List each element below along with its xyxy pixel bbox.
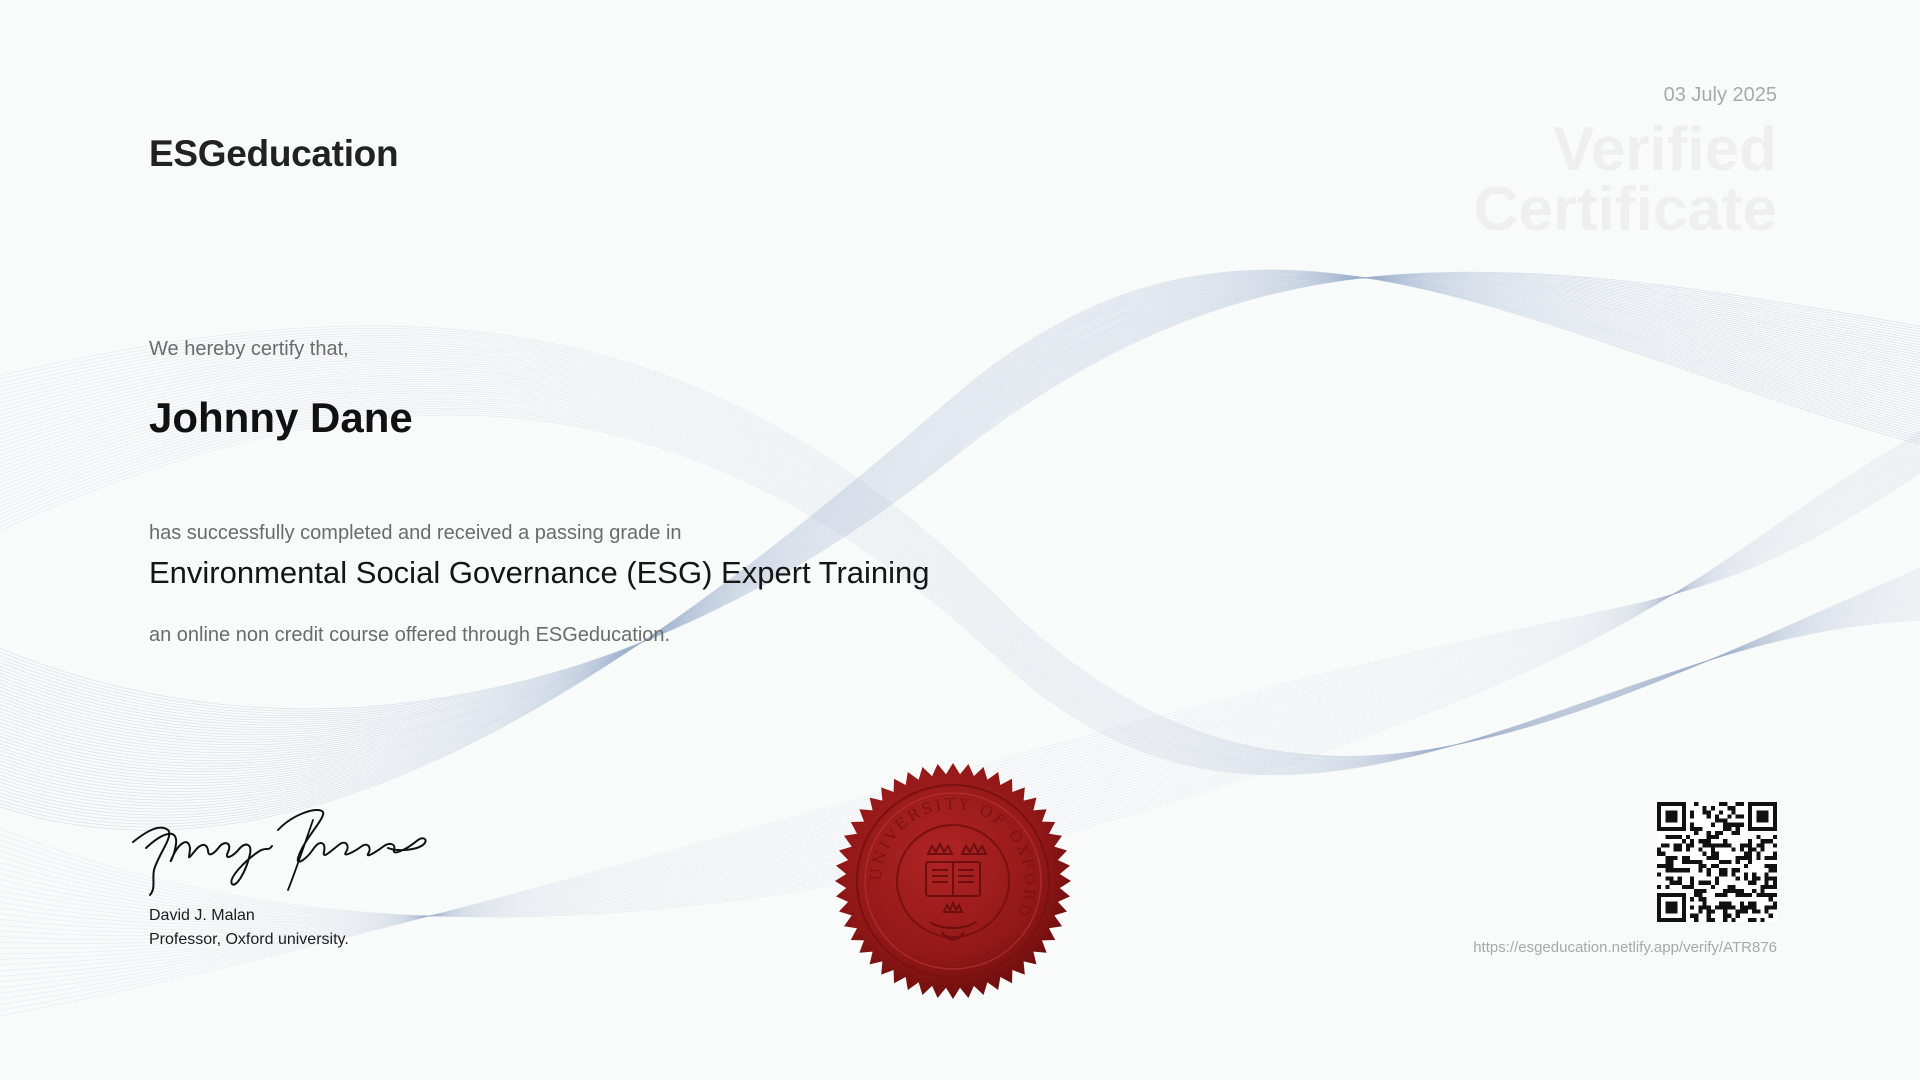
verification-qr-code[interactable] <box>1657 802 1777 922</box>
signer-title: Professor, Oxford university. <box>149 931 349 948</box>
certificate-page: ESGeducation 03 July 2025 Verified Certi… <box>0 0 1920 1080</box>
university-wax-seal: UNIVERSITY OF OXFORD <box>835 763 1071 999</box>
offered-text: an online non credit course offered thro… <box>149 624 671 646</box>
issue-date: 03 July 2025 <box>1663 84 1777 106</box>
recipient-name: Johnny Dane <box>149 394 413 441</box>
course-title: Environmental Social Governance (ESG) Ex… <box>149 555 930 590</box>
watermark-line-2: Certificate <box>1473 175 1777 244</box>
verified-certificate-watermark: Verified Certificate <box>1473 115 1777 244</box>
completion-text: has successfully completed and received … <box>149 522 682 544</box>
certify-text: We hereby certify that, <box>149 338 349 360</box>
handwritten-signature <box>132 809 427 896</box>
verify-link[interactable]: https://esgeducation.netlify.app/verify/… <box>1473 939 1777 956</box>
watermark-line-1: Verified <box>1553 115 1777 184</box>
signer-name: David J. Malan <box>149 907 255 924</box>
brand-logo: ESGeducation <box>149 133 399 174</box>
